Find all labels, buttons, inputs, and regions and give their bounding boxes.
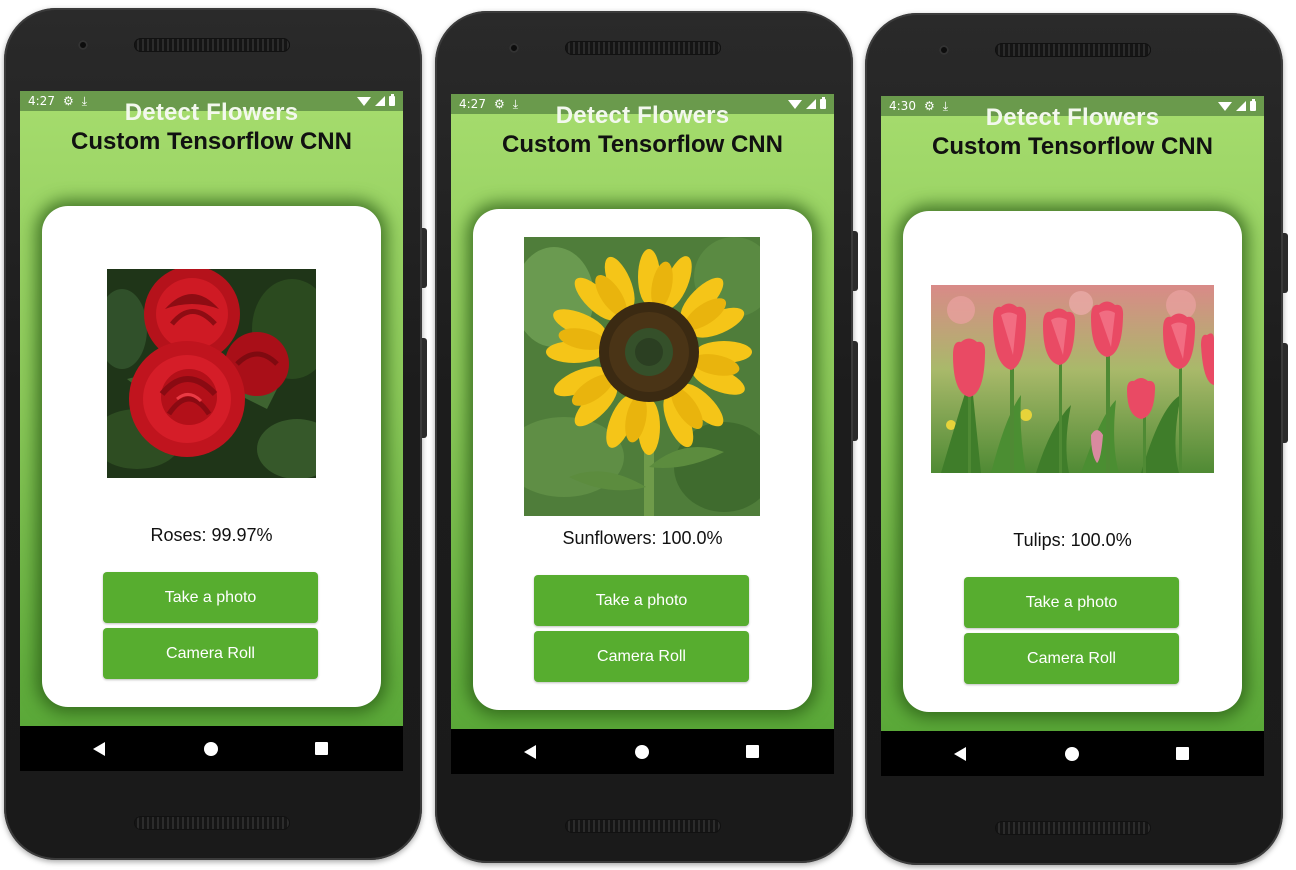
rose-photo (107, 269, 316, 478)
camera-roll-button[interactable]: Camera Roll (534, 631, 749, 682)
back-icon[interactable] (524, 745, 536, 759)
home-icon[interactable] (204, 742, 218, 756)
result-card: Tulips: 100.0% Take a photo Camera Roll (903, 211, 1242, 712)
earpiece-speaker (134, 38, 290, 52)
sunflower-photo (524, 237, 760, 516)
prediction-result: Sunflowers: 100.0% (562, 528, 723, 548)
front-camera (939, 45, 949, 55)
bottom-speaker (134, 816, 290, 830)
recents-icon[interactable] (746, 745, 759, 758)
bottom-speaker (565, 819, 721, 833)
result-card: Sunflowers: 100.0% Take a photo Camera R… (473, 209, 812, 710)
take-photo-button[interactable]: Take a photo (103, 572, 318, 623)
app-title: Detect Flowers (985, 104, 1160, 131)
back-icon[interactable] (954, 747, 966, 761)
phone-screen: 4:30 ⚙ ⤓ Detect Flowers Custom Tensorflo… (881, 96, 1264, 776)
phone-2: 4:27 ⚙ ⤓ Detect Flowers Custom Tensorflo… (435, 11, 858, 863)
prediction-result: Tulips: 100.0% (1013, 530, 1132, 550)
front-camera (509, 43, 519, 53)
prediction-result: Roses: 99.97% (150, 525, 273, 545)
tulips-photo (931, 285, 1214, 473)
phone-3: 4:30 ⚙ ⤓ Detect Flowers Custom Tensorflo… (865, 13, 1288, 865)
back-icon[interactable] (93, 742, 105, 756)
earpiece-speaker (995, 43, 1151, 57)
navigation-bar (881, 731, 1264, 776)
app-content: Detect Flowers Custom Tensorflow CNN (20, 99, 403, 726)
camera-roll-button[interactable]: Camera Roll (103, 628, 318, 679)
result-card: Roses: 99.97% Take a photo Camera Roll (42, 206, 381, 707)
take-photo-button[interactable]: Take a photo (534, 575, 749, 626)
app-title: Detect Flowers (555, 102, 730, 129)
recents-icon[interactable] (315, 742, 328, 755)
bottom-speaker (995, 821, 1151, 835)
home-icon[interactable] (1065, 747, 1079, 761)
app-subtitle: Custom Tensorflow CNN (932, 133, 1213, 160)
app-subtitle: Custom Tensorflow CNN (71, 128, 352, 155)
app-content: Detect Flowers Custom Tensorflow CNN (881, 104, 1264, 731)
phone-screen: 4:27 ⚙ ⤓ Detect Flowers Custom Tensorflo… (451, 94, 834, 774)
earpiece-speaker (565, 41, 721, 55)
home-icon[interactable] (635, 745, 649, 759)
phone-screen: 4:27 ⚙ ⤓ Detect Flowers Custom Tensorflo… (20, 91, 403, 771)
camera-roll-button[interactable]: Camera Roll (964, 633, 1179, 684)
navigation-bar (20, 726, 403, 771)
front-camera (78, 40, 88, 50)
navigation-bar (451, 729, 834, 774)
recents-icon[interactable] (1176, 747, 1189, 760)
phone-1: 4:27 ⚙ ⤓ Detect Flowers Custom Tensorflo… (4, 8, 427, 860)
app-subtitle: Custom Tensorflow CNN (502, 131, 783, 158)
app-content: Detect Flowers Custom Tensorflow CNN (451, 102, 834, 729)
take-photo-button[interactable]: Take a photo (964, 577, 1179, 628)
app-title: Detect Flowers (124, 99, 299, 126)
